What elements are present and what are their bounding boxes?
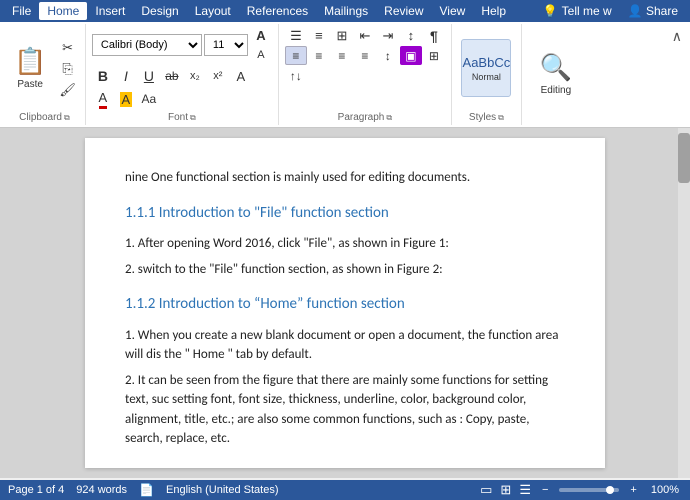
menu-design[interactable]: Design — [133, 2, 186, 20]
font-family-selector[interactable]: Calibri (Body) — [92, 34, 202, 56]
format-painter-icon: 🖌 — [59, 82, 76, 98]
bold-button[interactable]: B — [92, 65, 114, 87]
decrease-indent-button[interactable]: ⇤ — [354, 26, 376, 45]
clear-format-button[interactable]: A — [230, 65, 252, 87]
zoom-level[interactable]: 100% — [648, 484, 682, 496]
justify-button[interactable]: ≡ — [354, 46, 376, 65]
styles-button[interactable]: AaBbCc Normal — [461, 39, 511, 97]
clipboard-label: Clipboard ⧉ — [8, 110, 81, 123]
menu-tell-me[interactable]: 💡 Tell me w — [535, 2, 620, 20]
font-label: Font ⧉ — [92, 110, 272, 123]
sort-button[interactable]: ↕ — [400, 26, 422, 45]
clipboard-expand-icon[interactable]: ⧉ — [64, 113, 70, 123]
menu-review[interactable]: Review — [376, 2, 431, 20]
collapse-ribbon-button[interactable]: ∧ — [668, 26, 686, 47]
scrollbar-track[interactable] — [678, 128, 690, 478]
menu-bar: File Home Insert Design Layout Reference… — [0, 0, 690, 22]
section2-item2: 2. It can be seen from the figure that t… — [125, 371, 565, 449]
align-right-button[interactable]: ≡ — [331, 46, 353, 65]
menu-mailings[interactable]: Mailings — [316, 2, 376, 20]
italic-button[interactable]: I — [115, 65, 137, 87]
ribbon-main: 📋 Paste ✂ ⎘ 🖌 Clipboard ⧉ — [0, 22, 690, 127]
styles-label: Styles ⧉ — [460, 110, 513, 123]
font-color-a-icon: A — [99, 90, 108, 109]
view-web-icon[interactable]: ⊞ — [500, 482, 511, 498]
menu-home[interactable]: Home — [39, 2, 87, 20]
show-formatting-button[interactable]: ¶ — [423, 26, 445, 45]
section1-heading: 1.1.1 Introduction to "File" function se… — [125, 202, 565, 225]
scrollbar-thumb[interactable] — [678, 133, 690, 183]
document-area: nine One functional section is mainly us… — [0, 128, 690, 478]
zoom-out-button[interactable]: − — [539, 484, 551, 496]
ribbon: 📋 Paste ✂ ⎘ 🖌 Clipboard ⧉ — [0, 22, 690, 128]
zoom-in-button[interactable]: + — [627, 484, 639, 496]
intro-text: nine One functional section is mainly us… — [125, 168, 565, 188]
paragraph-label: Paragraph ⧉ — [285, 110, 445, 123]
view-print-icon[interactable]: ▭ — [480, 482, 492, 498]
border-button[interactable]: ⊞ — [423, 46, 445, 65]
paragraph-expand-icon[interactable]: ⧉ — [386, 113, 392, 123]
text-color-button[interactable]: A — [92, 88, 114, 110]
highlight-icon: A — [120, 92, 133, 107]
cut-button[interactable]: ✂ — [54, 39, 81, 58]
font-shrink-button[interactable]: A — [250, 45, 272, 64]
styles-expand-icon[interactable]: ⧉ — [498, 113, 504, 123]
menu-file[interactable]: File — [4, 2, 39, 20]
document-page: nine One functional section is mainly us… — [85, 138, 605, 468]
para-spacing-button[interactable]: ↑↓ — [285, 66, 307, 85]
section1-item1: 1. After opening Word 2016, click "File"… — [125, 234, 565, 254]
zoom-slider[interactable] — [559, 488, 619, 492]
shading-button[interactable]: ▣ — [400, 46, 422, 65]
font-grow-button[interactable]: A — [250, 26, 272, 45]
format-painter-button[interactable]: 🖌 — [54, 81, 81, 100]
menu-help[interactable]: Help — [473, 2, 514, 20]
section2-heading: 1.1.2 Introduction to “Home” function se… — [125, 293, 565, 316]
doc-check-icon: 📄 — [139, 483, 154, 497]
search-magnify-icon: 🔍 — [540, 52, 572, 83]
person-icon: 👤 — [628, 4, 643, 18]
strikethrough-button[interactable]: ab — [161, 65, 183, 87]
align-left-button[interactable]: ≡ — [285, 46, 307, 65]
paste-button[interactable]: 📋 Paste — [8, 40, 52, 96]
superscript-button[interactable]: x² — [207, 65, 229, 87]
language[interactable]: English (United States) — [166, 484, 279, 496]
subscript-button[interactable]: x₂ — [184, 65, 206, 87]
paste-icon: 📋 — [14, 46, 46, 77]
section1-item2: 2. switch to the "File" function section… — [125, 260, 565, 280]
editing-label — [530, 121, 582, 123]
status-right-group: ▭ ⊞ ☰ − + 100% — [480, 482, 682, 498]
font-size-selector[interactable]: 11 — [204, 34, 248, 56]
editing-button[interactable]: 🔍 Editing — [530, 45, 582, 103]
menu-layout[interactable]: Layout — [187, 2, 239, 20]
menu-view[interactable]: View — [432, 2, 474, 20]
multilevel-list-button[interactable]: ⊞ — [331, 26, 353, 45]
zoom-thumb[interactable] — [606, 486, 614, 494]
copy-button[interactable]: ⎘ — [54, 60, 81, 79]
view-read-icon[interactable]: ☰ — [519, 482, 531, 498]
cut-icon: ✂ — [62, 40, 73, 56]
menu-share[interactable]: 👤 Share — [620, 2, 686, 20]
highlight-button[interactable]: A — [115, 88, 137, 110]
increase-indent-button[interactable]: ⇥ — [377, 26, 399, 45]
align-center-button[interactable]: ≡ — [308, 46, 330, 65]
section2-item1: 1. When you create a new blank document … — [125, 326, 565, 365]
status-bar: Page 1 of 4 924 words 📄 English (United … — [0, 480, 690, 500]
word-count: 924 words — [76, 484, 127, 496]
line-spacing-button[interactable]: ↕ — [377, 46, 399, 65]
underline-button[interactable]: U — [138, 65, 160, 87]
page-info: Page 1 of 4 — [8, 484, 64, 496]
copy-icon: ⎘ — [62, 61, 72, 77]
menu-references[interactable]: References — [239, 2, 316, 20]
lightbulb-icon: 💡 — [543, 4, 558, 18]
bullet-list-button[interactable]: ☰ — [285, 26, 307, 45]
menu-insert[interactable]: Insert — [87, 2, 133, 20]
font-expand-icon[interactable]: ⧉ — [190, 113, 196, 123]
numbered-list-button[interactable]: ≡ — [308, 26, 330, 45]
shading-icon: ▣ — [405, 49, 416, 63]
change-case-button[interactable]: Aa — [138, 88, 160, 110]
